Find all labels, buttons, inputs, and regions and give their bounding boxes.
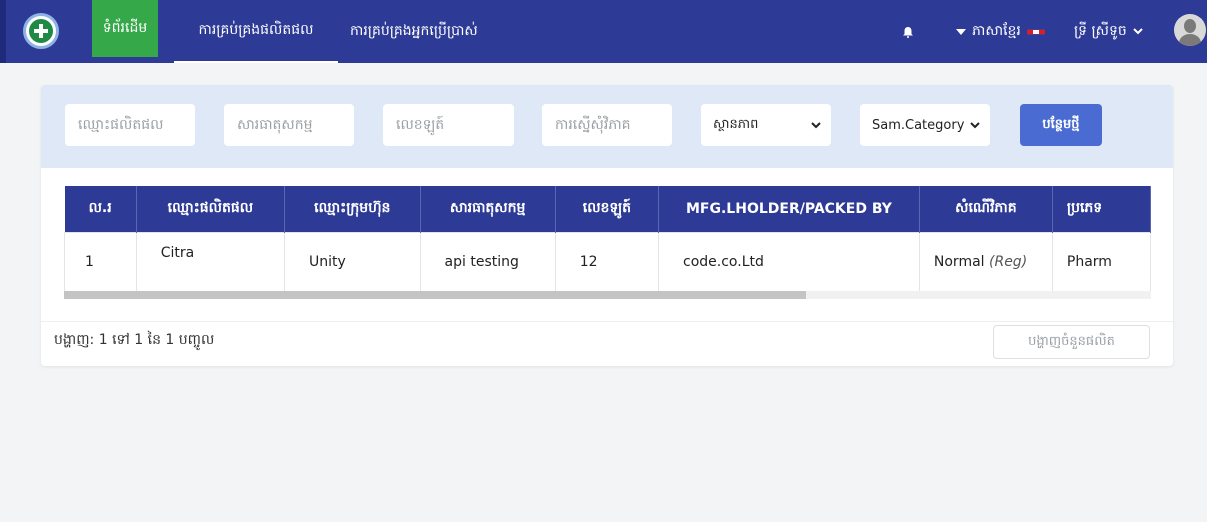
chevron-down-icon [970, 121, 980, 128]
col-header-type[interactable]: ប្រភេទ [1052, 186, 1151, 232]
cell-request: Normal (Reg) [918, 231, 1053, 292]
cell-company: Unity [284, 231, 421, 292]
col-header-product[interactable]: ឈ្មោះផលិតផល [136, 186, 286, 232]
divider [41, 321, 1173, 322]
col-header-lot[interactable]: លេខឡូត៍ [555, 186, 660, 232]
cell-type: Pharm [1051, 231, 1151, 292]
chevron-down-icon [811, 121, 821, 128]
cell-lot: 12 [554, 231, 660, 292]
cell-mfg: code.co.Ltd [658, 231, 920, 292]
product-table: ល.រ ឈ្មោះផលិតផល ឈ្មោះក្រុមហ៊ុន សារធាតុសក… [64, 186, 1151, 299]
logo[interactable] [23, 13, 59, 49]
medical-emblem-icon [29, 19, 53, 43]
product-name-filter[interactable] [65, 104, 195, 146]
filter-bar: ស្ថានភាព Sam.Category បន្ថែមថ្មី [41, 85, 1173, 168]
scrollbar-thumb[interactable] [64, 291, 806, 299]
col-header-no[interactable]: ល.រ [64, 186, 137, 232]
bell-icon[interactable] [902, 26, 914, 38]
col-header-request[interactable]: សំណើវិភាគ [919, 186, 1053, 232]
top-navbar: ទំព័រដើម ការគ្រប់គ្រងផលិតផល ការគ្រប់គ្រង… [0, 0, 1207, 63]
col-header-ingredient[interactable]: សារធាតុសកម្ម [420, 186, 556, 232]
table-row[interactable]: 1 Citra Unity api testing 12 code.co.Ltd… [64, 231, 1151, 292]
category-select[interactable]: Sam.Category [860, 104, 990, 146]
language-label: ភាសាខ្មែរ [972, 23, 1021, 39]
chevron-down-icon [1133, 28, 1143, 35]
nav-user-management[interactable]: ការគ្រប់គ្រងអ្នកប្រើប្រាស់ [350, 0, 478, 63]
cell-product: Citra [135, 231, 286, 292]
cell-ingredient: api testing [419, 231, 556, 292]
caret-down-icon [956, 28, 966, 35]
language-selector[interactable]: ភាសាខ្មែរ [956, 0, 1045, 63]
table-header-row: ល.រ ឈ្មោះផលិតផល ឈ្មោះក្រុមហ៊ុន សារធាតុសក… [64, 186, 1151, 232]
cell-no: 1 [64, 231, 137, 292]
status-select[interactable]: ស្ថានភាព [701, 104, 831, 146]
user-name: ទ្រី ស្រីទូច [1074, 23, 1127, 39]
category-select-value: Sam.Category [872, 117, 965, 133]
show-product-count-button[interactable]: បង្ហាញចំនួនផលិត [993, 325, 1150, 359]
add-new-button[interactable]: បន្ថែមថ្មី [1020, 104, 1102, 146]
col-header-mfg[interactable]: MFG.LHOLDER/PACKED BY [658, 186, 920, 232]
col-header-company[interactable]: ឈ្មោះក្រុមហ៊ុន [284, 186, 421, 232]
product-card: ស្ថានភាព Sam.Category បន្ថែមថ្មី ល.រ ឈ្ម… [41, 85, 1173, 366]
analysis-request-filter[interactable] [542, 104, 672, 146]
active-ingredient-filter[interactable] [224, 104, 354, 146]
request-tag: (Reg) [989, 253, 1028, 270]
request-value: Normal [933, 253, 985, 270]
nav-home[interactable]: ទំព័រដើម [92, 0, 158, 57]
user-menu[interactable]: ទ្រី ស្រីទូច [1074, 0, 1143, 63]
entries-count: បង្ហាញ: 1 ទៅ 1 នៃ 1 បញ្ចូល [54, 332, 215, 348]
cambodia-flag-icon [1026, 26, 1045, 37]
avatar[interactable] [1174, 14, 1206, 46]
lot-number-filter[interactable] [383, 104, 514, 146]
horizontal-scrollbar[interactable] [64, 291, 1151, 299]
status-select-value: ស្ថានភាព [713, 116, 759, 132]
nav-product-management[interactable]: ការគ្រប់គ្រងផលិតផល [174, 0, 338, 63]
